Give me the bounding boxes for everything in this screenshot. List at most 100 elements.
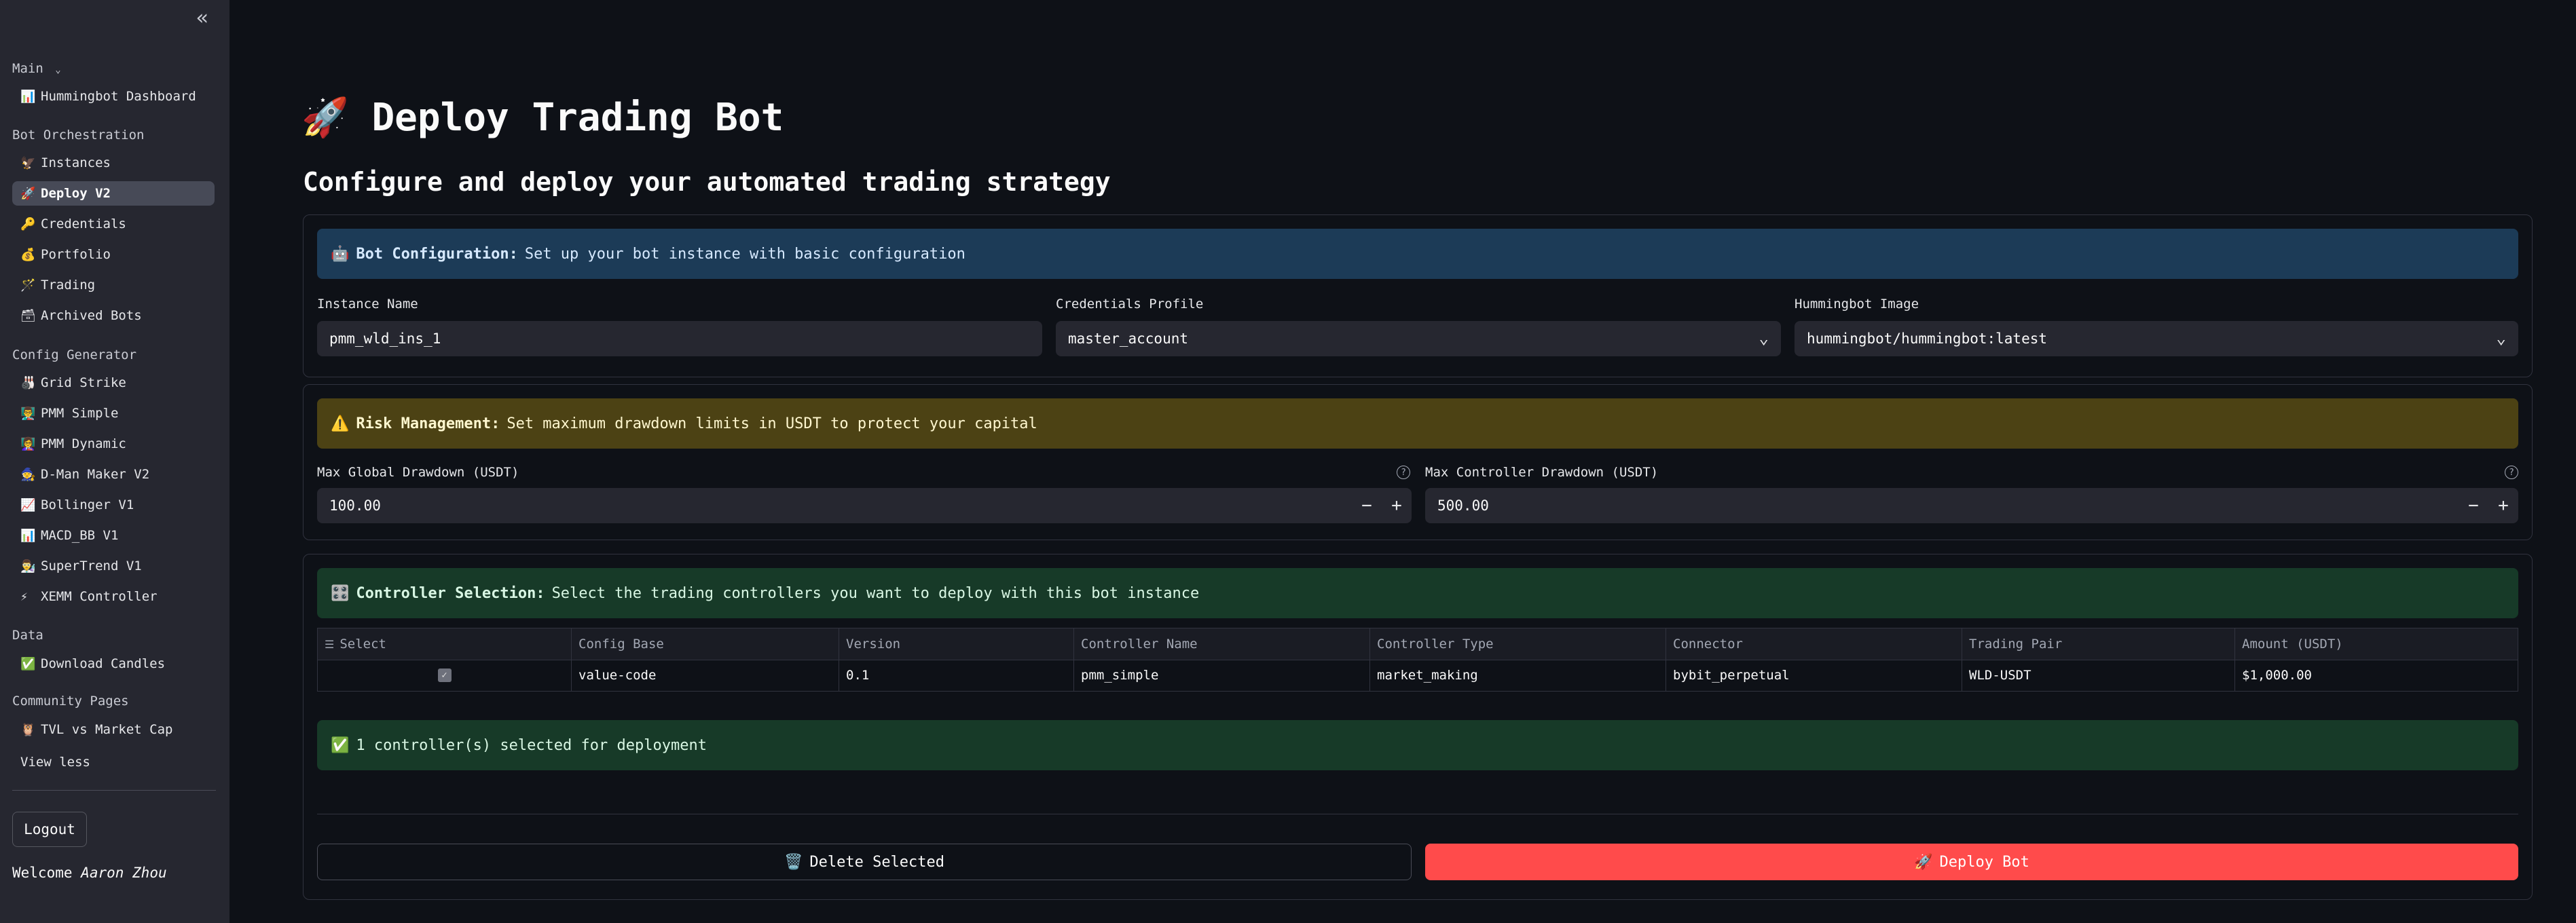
check-mark-icon: ✅ (20, 656, 36, 671)
owl-icon: 🦉 (20, 722, 36, 737)
collapse-sidebar-icon[interactable]: « (192, 8, 213, 29)
page-title: 🚀 Deploy Trading Bot (301, 95, 784, 140)
sidebar-item-deploy-v2[interactable]: 🚀 Deploy V2 (12, 181, 215, 206)
sidebar-item-xemm-controller[interactable]: ⚡ XEMM Controller (12, 584, 215, 609)
column-header-select[interactable]: ☰ Select (318, 628, 572, 660)
delete-selected-button[interactable]: 🗑️ Delete Selected (317, 844, 1412, 880)
rocket-icon: 🚀 (301, 96, 349, 140)
banner-text: Set up your bot instance with basic conf… (524, 245, 965, 263)
version-cell: 0.1 (839, 660, 1074, 691)
sidebar-item-supertrend-v1[interactable]: 👨‍🔬 SuperTrend V1 (12, 554, 215, 578)
sidebar-item-label: MACD_BB V1 (41, 528, 119, 543)
sidebar-item-portfolio[interactable]: 💰 Portfolio (12, 242, 215, 267)
selected-count-banner: ✅ 1 controller(s) selected for deploymen… (317, 720, 2518, 770)
column-header-version[interactable]: Version (839, 628, 1074, 660)
trash-icon: 🗑️ (784, 853, 803, 871)
sidebar-item-download-candles[interactable]: ✅ Download Candles (12, 652, 215, 676)
deploy-bot-button[interactable]: 🚀 Deploy Bot (1425, 844, 2518, 880)
increment-button[interactable]: + (2488, 488, 2518, 523)
sidebar-item-trading[interactable]: 🪄 Trading (12, 273, 215, 297)
column-header-trading-pair[interactable]: Trading Pair (1962, 628, 2235, 660)
sidebar-section-bot-orchestration: Bot Orchestration (12, 128, 145, 143)
delete-selected-label: Delete Selected (809, 853, 945, 871)
credentials-profile-select[interactable]: master_account ⌄ (1056, 321, 1781, 356)
sidebar-item-pmm-simple[interactable]: 👨‍🏫 PMM Simple (12, 401, 215, 426)
banner-text: Set maximum drawdown limits in USDT to p… (507, 415, 1037, 432)
max-global-drawdown-value: 100.00 (329, 497, 381, 514)
max-global-drawdown-input[interactable]: 100.00 − + (317, 488, 1412, 523)
view-less-link[interactable]: View less (20, 755, 90, 770)
banner-title: Bot Configuration: (356, 245, 518, 263)
sidebar-item-credentials[interactable]: 🔑 Credentials (12, 212, 215, 236)
connector-cell: bybit_perpetual (1666, 660, 1962, 691)
select-cell[interactable]: ✓ (318, 660, 572, 691)
help-icon[interactable]: ? (1397, 466, 1410, 479)
sidebar-item-macd-bb-v1[interactable]: 📊 MACD_BB V1 (12, 523, 215, 548)
control-knobs-icon: 🎛️ (331, 584, 350, 602)
column-header-controller-name[interactable]: Controller Name (1074, 628, 1370, 660)
sidebar-item-d-man-maker-v2[interactable]: 🧙 D-Man Maker V2 (12, 462, 215, 487)
controller-selection-banner: 🎛️ Controller Selection: Select the trad… (317, 568, 2518, 618)
column-header-connector[interactable]: Connector (1666, 628, 1962, 660)
banner-title: Controller Selection: (356, 584, 545, 602)
increment-button[interactable]: + (1382, 488, 1412, 523)
amount-cell: $1,000.00 (2242, 668, 2312, 683)
sidebar-item-instances[interactable]: 🦅 Instances (12, 151, 215, 175)
user-name: Aaron Zhou (81, 865, 167, 881)
column-header-config-base[interactable]: Config Base (572, 628, 839, 660)
rocket-icon: 🚀 (1914, 853, 1933, 871)
main-content: 🚀 Deploy Trading Bot Configure and deplo… (229, 0, 2576, 923)
risk-management-banner: ⚠️ Risk Management: Set maximum drawdown… (317, 398, 2518, 449)
selected-count-text: 1 controller(s) selected for deployment (356, 736, 707, 754)
sidebar-section-main-label: Main (12, 61, 43, 76)
max-controller-drawdown-input[interactable]: 500.00 − + (1425, 488, 2518, 523)
column-header-label: Select (339, 637, 386, 652)
credentials-profile-value: master_account (1068, 331, 1189, 347)
help-icon[interactable]: ? (2505, 466, 2518, 479)
lightning-icon: ⚡ (20, 589, 28, 604)
column-header-amount[interactable]: Amount (USDT) (2235, 628, 2518, 660)
instance-name-value: pmm_wld_ins_1 (329, 331, 441, 347)
max-controller-drawdown-label: Max Controller Drawdown (USDT) (1425, 465, 1659, 480)
teacher-icon: 👩‍🏫 (20, 436, 36, 451)
controller-name-cell: pmm_simple (1074, 660, 1370, 691)
decrement-button[interactable]: − (1352, 488, 1382, 523)
bar-chart-icon: 📊 (20, 89, 36, 104)
page-subtitle: Configure and deploy your automated trad… (303, 167, 1111, 197)
welcome-prefix: Welcome (12, 865, 73, 881)
risk-management-card: ⚠️ Risk Management: Set maximum drawdown… (303, 384, 2533, 540)
sidebar-item-tvl-vs-market-cap[interactable]: 🦉 TVL vs Market Cap (12, 717, 215, 742)
max-global-drawdown-label: Max Global Drawdown (USDT) (317, 465, 519, 480)
row-select-checkbox[interactable]: ✓ (437, 668, 452, 682)
instance-name-input[interactable]: pmm_wld_ins_1 (317, 321, 1042, 356)
sidebar-item-label: D-Man Maker V2 (41, 467, 150, 482)
sidebar-section-main[interactable]: Main ⌄ (12, 61, 61, 76)
sidebar-section-community: Community Pages (12, 694, 129, 709)
money-bag-icon: 💰 (20, 247, 36, 262)
scientist-icon: 👨‍🔬 (20, 559, 36, 573)
sidebar-item-bollinger-v1[interactable]: 📈 Bollinger V1 (12, 493, 215, 517)
sidebar-item-label: Archived Bots (41, 308, 142, 323)
sidebar-item-hummingbot-dashboard[interactable]: 📊 Hummingbot Dashboard (12, 84, 215, 109)
sidebar-section-data: Data (12, 628, 43, 643)
sidebar-item-pmm-dynamic[interactable]: 👩‍🏫 PMM Dynamic (12, 432, 215, 456)
table-row[interactable]: ✓ value-code 0.1 pmm_simple market_makin… (318, 660, 2518, 691)
hummingbot-image-select[interactable]: hummingbot/hummingbot:latest ⌄ (1795, 321, 2518, 356)
decrement-button[interactable]: − (2459, 488, 2488, 523)
banner-text: Select the trading controllers you want … (551, 584, 1200, 602)
sidebar-item-archived-bots[interactable]: 🗃 Archived Bots (12, 303, 215, 328)
banner-title: Risk Management: (356, 415, 500, 432)
chevron-down-icon: ⌄ (1759, 328, 1769, 347)
sidebar-item-label: Deploy V2 (41, 186, 111, 201)
bar-chart-icon: 📊 (20, 528, 36, 543)
logout-button[interactable]: Logout (12, 812, 87, 847)
controller-selection-card: 🎛️ Controller Selection: Select the trad… (303, 554, 2533, 900)
column-header-controller-type[interactable]: Controller Type (1370, 628, 1666, 660)
page-title-text: Deploy Trading Bot (371, 96, 784, 140)
credentials-profile-label: Credentials Profile (1056, 297, 1204, 312)
table-header: ☰ Select Config Base Version Controller … (318, 628, 2518, 660)
teacher-icon: 👨‍🏫 (20, 406, 36, 421)
sidebar-item-label: XEMM Controller (41, 589, 158, 604)
sidebar-item-grid-strike[interactable]: 🎳 Grid Strike (12, 371, 215, 395)
magic-wand-icon: 🪄 (20, 278, 36, 293)
